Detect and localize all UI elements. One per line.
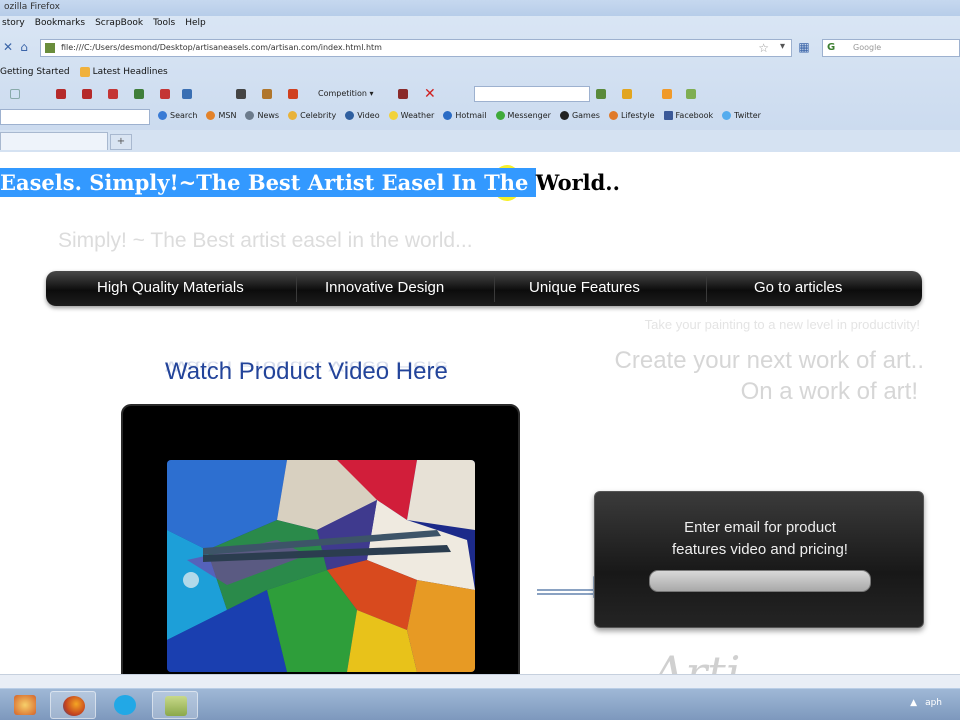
taskbar-explorer[interactable]: [152, 691, 198, 719]
toolbar-icon[interactable]: [182, 86, 196, 102]
toolbar-icon[interactable]: [596, 86, 610, 102]
nav-divider: [494, 275, 495, 302]
site-nav: High Quality Materials Innovative Design…: [46, 271, 922, 306]
close-icon[interactable]: ✕: [0, 39, 16, 55]
msn-toolbar: Search MSN News Celebrity Video Weather …: [0, 107, 960, 127]
menu-scrapbook[interactable]: ScrapBook: [95, 18, 143, 34]
toolbar-field[interactable]: [0, 109, 150, 125]
toolbar-icon[interactable]: [108, 86, 122, 102]
address-bar[interactable]: file:///C:/Users/desmond/Desktop/artisan…: [40, 39, 792, 57]
url-text: file:///C:/Users/desmond/Desktop/artisan…: [61, 43, 382, 52]
search-placeholder: Google: [853, 43, 882, 52]
page-heading: Easels. Simply!~The Best Artist Easel In…: [0, 168, 620, 200]
nav-unique-features[interactable]: Unique Features: [529, 279, 640, 296]
bookmark-star-icon[interactable]: ☆: [758, 41, 769, 55]
start-button[interactable]: [0, 691, 46, 719]
system-tray: ▲ aph: [910, 698, 942, 708]
yahoo-icon-2[interactable]: [82, 86, 96, 102]
taskbar-firefox[interactable]: [50, 691, 96, 719]
taskbar: ▲ aph: [0, 688, 960, 720]
bookmark-latest-headlines[interactable]: Latest Headlines: [79, 64, 168, 80]
browser-chrome: ozilla Firefox story Bookmarks ScrapBook…: [0, 0, 960, 152]
tagline: Simply! ~ The Best artist easel in the w…: [58, 229, 473, 252]
video-link[interactable]: Video: [345, 111, 380, 120]
home-icon[interactable]: ⌂: [16, 39, 32, 55]
tab-current[interactable]: [0, 132, 108, 150]
celebrity-link[interactable]: Celebrity: [288, 111, 336, 120]
video-heading-reflection: Watch Product Video Here: [165, 357, 448, 374]
addon-icon[interactable]: ▦: [796, 39, 812, 55]
games-link[interactable]: Games: [559, 111, 600, 120]
tray-icon[interactable]: ▲: [910, 698, 917, 708]
toolbar-icon[interactable]: [236, 86, 250, 102]
site-favicon-icon: [45, 43, 55, 53]
heading-text-rest: World..: [535, 170, 620, 195]
promo-line-2: On a work of art!: [740, 378, 918, 405]
taskbar-skype[interactable]: [102, 691, 148, 719]
bookmark-label: Latest Headlines: [92, 67, 168, 77]
menu-bar: story Bookmarks ScrapBook Tools Help: [0, 18, 206, 34]
selected-heading-text: Easels. Simply!~The Best Artist Easel In…: [0, 168, 536, 197]
tray-text: aph: [925, 698, 942, 708]
rss-icon: [79, 67, 90, 77]
lifestyle-link[interactable]: Lifestyle: [608, 111, 655, 120]
nav-divider: [296, 275, 297, 302]
nav-innovative-design[interactable]: Innovative Design: [325, 279, 444, 296]
email-input[interactable]: [649, 570, 871, 592]
hotmail-link[interactable]: Hotmail: [443, 111, 487, 120]
new-tab-button[interactable]: +: [110, 134, 132, 150]
competition-dropdown[interactable]: Competition ▾: [318, 86, 374, 102]
bookmarks-toolbar: Getting Started Latest Headlines: [0, 64, 168, 80]
bookmark-label: Getting Started: [0, 67, 70, 77]
toolbar-icon[interactable]: [622, 86, 636, 102]
x-icon[interactable]: ✕: [424, 86, 436, 102]
messenger-link[interactable]: Messenger: [495, 111, 551, 120]
signup-box: Enter email for product features video a…: [594, 491, 924, 628]
bookmark-getting-started[interactable]: Getting Started: [0, 64, 70, 80]
search-input[interactable]: G Google: [822, 39, 960, 57]
nav-go-to-articles[interactable]: Go to articles: [754, 279, 842, 296]
msn-link[interactable]: MSN: [206, 111, 236, 120]
news-link[interactable]: News: [245, 111, 279, 120]
sub-tagline: Take your painting to a new level in pro…: [644, 317, 920, 332]
media-player-icon: [14, 695, 36, 715]
folder-icon: [165, 696, 187, 716]
pagerank-button[interactable]: [10, 86, 24, 102]
toolbar-icon[interactable]: [262, 86, 276, 102]
yahoo-icon[interactable]: [56, 86, 70, 102]
toolbar-icon[interactable]: [686, 86, 700, 102]
search-link[interactable]: Search: [158, 111, 197, 120]
facebook-link[interactable]: Facebook: [663, 111, 713, 120]
signup-text: Enter email for product features video a…: [595, 517, 925, 561]
nav-divider: [706, 275, 707, 302]
addon-toolbar: Competition ▾ ✕: [0, 84, 960, 104]
twitter-link[interactable]: Twitter: [722, 111, 761, 120]
toolbar-icon[interactable]: [160, 86, 174, 102]
toolbar-icon[interactable]: [398, 86, 412, 102]
video-thumbnail: [167, 460, 475, 672]
google-icon: G: [827, 42, 836, 53]
horizontal-scrollbar[interactable]: [0, 674, 960, 688]
url-dropdown-icon[interactable]: ▾: [780, 41, 785, 52]
toolbar-icon[interactable]: [288, 86, 302, 102]
toolbar-icon[interactable]: [134, 86, 148, 102]
signup-line-2: features video and pricing!: [672, 541, 848, 558]
menu-help[interactable]: Help: [185, 18, 206, 34]
firefox-icon: [63, 696, 85, 716]
navigation-bar: ✕ ⌂ file:///C:/Users/desmond/Desktop/art…: [0, 37, 960, 59]
menu-history[interactable]: story: [2, 18, 25, 34]
nav-high-quality-materials[interactable]: High Quality Materials: [97, 279, 244, 296]
menu-tools[interactable]: Tools: [153, 18, 175, 34]
window-title: ozilla Firefox: [0, 0, 960, 16]
video-player[interactable]: [121, 404, 520, 694]
promo-line-1: Create your next work of art..: [614, 347, 924, 374]
skype-icon: [114, 695, 136, 715]
weather-link[interactable]: Weather: [388, 111, 434, 120]
toolbar-search-input[interactable]: [474, 86, 590, 102]
signup-line-1: Enter email for product: [684, 519, 836, 536]
tab-strip: +: [0, 130, 960, 152]
toolbar-icon[interactable]: [662, 86, 676, 102]
menu-bookmarks[interactable]: Bookmarks: [35, 18, 85, 34]
